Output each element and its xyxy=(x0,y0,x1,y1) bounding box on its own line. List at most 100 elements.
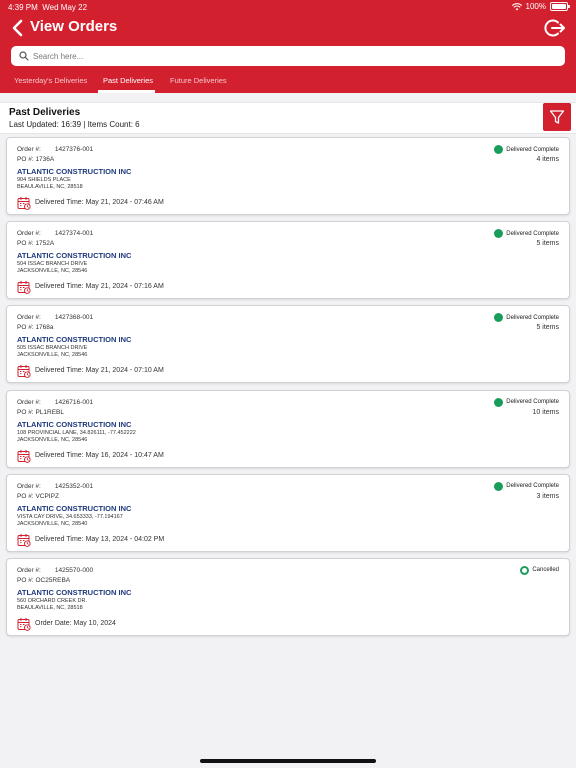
order-card[interactable]: Order #: 1425352-001 PO #: VCPIPZ ATLANTI… xyxy=(6,473,570,552)
status-text: Delivered Complete xyxy=(506,483,559,490)
order-number: 1425352-001 xyxy=(54,482,94,490)
calendar-clock-icon xyxy=(17,533,31,547)
address-line-1: VISTA CAY DRIVE, 34.653333, -77.194167 xyxy=(17,513,123,520)
items-count: 4 items xyxy=(536,156,559,163)
po-number: 1736A xyxy=(35,156,55,163)
customer-name: ATLANTIC CONSTRUCTION INC xyxy=(17,335,132,345)
delivered-time: Delivered Time: May 13, 2024 - 04:02 PM xyxy=(35,535,165,543)
address-line-2: BEAULAVILLE, NC, 28518 xyxy=(17,604,83,611)
status-dot-icon xyxy=(494,397,504,407)
order-label: Order #: xyxy=(17,398,41,406)
tab-future-deliveries[interactable]: Future Deliveries xyxy=(170,76,227,85)
order-number: 1426716-001 xyxy=(54,398,94,406)
search-icon xyxy=(19,51,29,61)
address-line-1: 505 ISSAC BRANCH DRIVE xyxy=(17,345,88,352)
address-line-2: JACKSONVILLE, NC, 28540 xyxy=(17,520,88,527)
delivery-tabs: Yesterday's Deliveries Past Deliveries F… xyxy=(0,70,576,93)
calendar-clock-icon xyxy=(17,196,31,210)
filter-button[interactable] xyxy=(543,103,571,131)
section-title: Past Deliveries xyxy=(9,107,81,118)
items-count: 3 items xyxy=(536,492,559,500)
status-badge: Delivered Complete xyxy=(494,229,559,239)
calendar-clock-icon xyxy=(17,617,31,631)
battery-icon xyxy=(550,2,570,11)
summary-bar: Past Deliveries Last Updated: 16:39 | It… xyxy=(0,102,576,134)
customer-name: ATLANTIC CONSTRUCTION INC xyxy=(17,503,132,513)
customer-name: ATLANTIC CONSTRUCTION INC xyxy=(17,587,132,597)
status-badge: Delivered Complete xyxy=(494,397,559,407)
customer-name: ATLANTIC CONSTRUCTION INC xyxy=(17,167,132,176)
tab-past-deliveries[interactable]: Past Deliveries xyxy=(103,76,153,85)
order-number: 1427368-001 xyxy=(54,314,94,322)
items-count: 5 items xyxy=(536,324,559,332)
calendar-clock-icon xyxy=(17,280,31,295)
po-number: OC25REBA xyxy=(35,576,71,584)
po-label: PO #: xyxy=(17,156,34,163)
order-card[interactable]: Order #: 1425570-000 PO #: OC25REBA ATLAN… xyxy=(6,557,570,636)
app-header: 4:39 PM Wed May 22 100% View Orders Yest… xyxy=(0,0,576,93)
back-arrow-icon[interactable] xyxy=(10,19,26,37)
calendar-clock-icon xyxy=(17,449,31,463)
order-card[interactable]: Order #: 1427374-001 PO #: 1752A ATLANTIC… xyxy=(6,221,570,300)
delivered-time: Delivered Time: May 21, 2024 - 07:10 AM xyxy=(35,367,164,375)
status-text: Delivered Complete xyxy=(506,230,559,237)
order-number: 1427376-001 xyxy=(54,146,94,153)
order-number: 1427374-001 xyxy=(54,230,94,238)
tab-yesterdays-deliveries[interactable]: Yesterday's Deliveries xyxy=(14,76,87,85)
po-label: PO #: xyxy=(17,492,34,500)
order-card[interactable]: Order #: 1427368-001 PO #: 1768a ATLANTIC… xyxy=(6,305,570,384)
status-dot-icon xyxy=(494,145,504,154)
status-badge: Cancelled xyxy=(520,565,559,575)
items-count: 5 items xyxy=(536,240,559,248)
status-text: Delivered Complete xyxy=(506,146,559,153)
status-text: Delivered Complete xyxy=(506,399,559,406)
calendar-clock-icon xyxy=(17,365,31,379)
address-line-1: 108 PROVINCIAL LANE, 34.826111, -77.4522… xyxy=(17,429,136,436)
order-label: Order #: xyxy=(17,146,41,153)
order-list: Order #: 1427376-001 PO #: 1736A ATLANTIC… xyxy=(6,137,570,642)
address-line-1: 560 ORCHARD CREEK DR. xyxy=(17,597,87,604)
address-line-2: BEAULAVILLE, NC, 28518 xyxy=(17,184,83,190)
address-line-2: JACKSONVILLE, NC, 28546 xyxy=(17,352,88,359)
last-updated-text: Last Updated: 16:39 | Items Count: 6 xyxy=(9,120,140,129)
wifi-icon xyxy=(511,2,522,10)
status-dot-icon xyxy=(520,565,530,575)
po-label: PO #: xyxy=(17,408,34,416)
main-content: Past Deliveries Last Updated: 16:39 | It… xyxy=(0,93,576,768)
status-dot-icon xyxy=(494,313,504,323)
address-line-2: JACKSONVILLE, NC, 28546 xyxy=(17,268,88,275)
order-label: Order #: xyxy=(17,482,41,490)
address-line-2: JACKSONVILLE, NC, 28546 xyxy=(17,436,88,443)
customer-name: ATLANTIC CONSTRUCTION INC xyxy=(17,419,132,429)
page-title: View Orders xyxy=(30,18,118,35)
po-number: VCPIPZ xyxy=(35,492,59,500)
status-badge: Delivered Complete xyxy=(494,481,559,491)
order-label: Order #: xyxy=(17,314,41,322)
home-indicator[interactable] xyxy=(200,759,376,763)
title-bar: View Orders xyxy=(0,14,576,42)
logout-icon[interactable] xyxy=(544,17,566,39)
po-number: PL1REBL xyxy=(35,408,64,416)
order-number: 1425570-000 xyxy=(54,566,94,574)
status-bar: 4:39 PM Wed May 22 100% xyxy=(0,0,576,14)
po-label: PO #: xyxy=(17,576,34,584)
po-number: 1768a xyxy=(35,324,54,332)
filter-icon xyxy=(549,110,565,124)
delivered-time: Order Date: May 10, 2024 xyxy=(35,619,116,627)
status-badge: Delivered Complete xyxy=(494,313,559,323)
delivered-time: Delivered Time: May 21, 2024 - 07:46 AM xyxy=(35,199,164,206)
status-text: Delivered Complete xyxy=(506,314,559,321)
order-label: Order #: xyxy=(17,566,41,574)
search-bar xyxy=(11,46,565,66)
delivered-time: Delivered Time: May 21, 2024 - 07:16 AM xyxy=(35,283,164,291)
order-card[interactable]: Order #: 1427376-001 PO #: 1736A ATLANTIC… xyxy=(6,137,570,215)
order-card[interactable]: Order #: 1426716-001 PO #: PL1REBL ATLANT… xyxy=(6,389,570,468)
delivered-time: Delivered Time: May 16, 2024 - 10:47 AM xyxy=(35,451,164,459)
po-label: PO #: xyxy=(17,324,34,332)
status-time: 4:39 PM xyxy=(8,3,38,12)
search-input[interactable] xyxy=(33,48,553,64)
address-line-1: 504 ISSAC BRANCH DRIVE xyxy=(17,261,88,268)
address-line-1: 904 SHIELDS PLACE xyxy=(17,177,71,183)
status-dot-icon xyxy=(494,481,504,491)
status-text: Cancelled xyxy=(532,567,559,574)
